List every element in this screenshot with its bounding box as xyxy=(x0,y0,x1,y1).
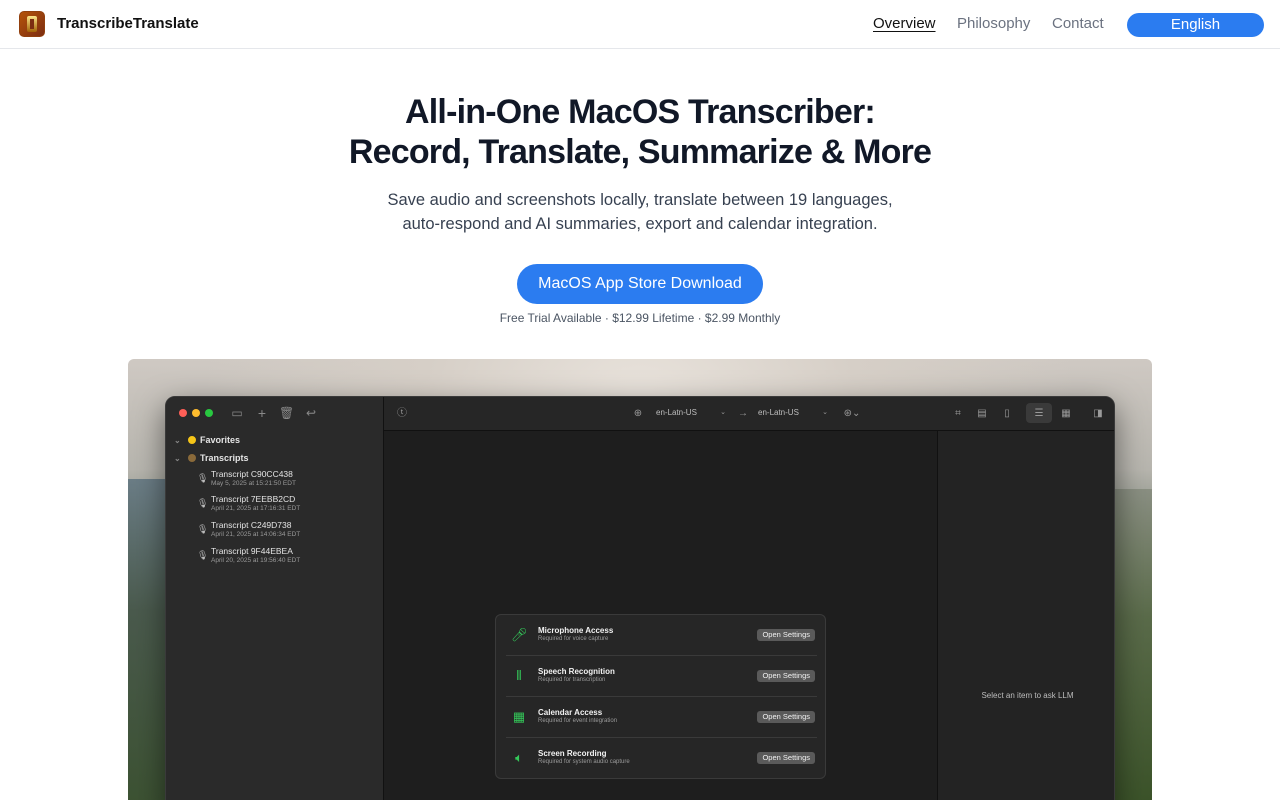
arrow-right-icon: → xyxy=(738,408,748,419)
app-window: ▭ + 🗑 ↩ ⌄ Favorites ⌄ Transcripts 🎙 Transc… xyxy=(165,396,1115,800)
hero-subtitle: Save audio and screenshots locally, tran… xyxy=(0,188,1280,236)
permission-row-calendar: ▦ Calendar Access Required for event int… xyxy=(506,697,817,738)
permission-title: Calendar Access xyxy=(538,708,603,717)
transcript-list-item[interactable]: 🎙 Transcript C249D738 April 21, 2025 at … xyxy=(197,520,377,544)
microphone-icon: 🎙 xyxy=(197,498,209,508)
hero-title-line: Record, Translate, Summarize & More xyxy=(348,133,932,171)
app-screenshot-showcase: ▭ + 🗑 ↩ ⌄ Favorites ⌄ Transcripts 🎙 Transc… xyxy=(128,359,1152,800)
source-language-value: en-Latn-US xyxy=(656,408,697,417)
transcript-date: April 20, 2025 at 19:56:40 EDT xyxy=(211,557,301,564)
sidebar-item-transcripts[interactable]: ⌄ Transcripts xyxy=(174,453,249,463)
sidebar-item-favorites[interactable]: ⌄ Favorites xyxy=(174,435,240,445)
sidebar: ▭ + 🗑 ↩ ⌄ Favorites ⌄ Transcripts 🎙 Transc… xyxy=(166,397,384,800)
target-language-value: en-Latn-US xyxy=(758,408,799,417)
app-logo-icon[interactable] xyxy=(19,11,45,37)
microphone-icon: 🎙 xyxy=(197,473,209,483)
permission-description: Required for transcription xyxy=(538,677,606,683)
transcript-list-item[interactable]: 🎙 Transcript 7EEBB2CD April 21, 2025 at … xyxy=(197,494,377,518)
minimize-window-button[interactable] xyxy=(192,409,200,417)
open-settings-button[interactable]: Open Settings xyxy=(757,711,815,723)
llm-panel-placeholder: Select an item to ask LLM xyxy=(981,691,1074,700)
chevron-down-icon: ⌄ xyxy=(720,409,726,416)
transcript-date: April 21, 2025 at 17:16:31 EDT xyxy=(211,505,301,512)
permission-row-screen: 🔈︎ Screen Recording Required for system … xyxy=(506,738,817,779)
folder-icon xyxy=(188,454,196,462)
nav-link-philosophy[interactable]: Philosophy xyxy=(957,15,1030,32)
permission-description: Required for event integration xyxy=(538,718,618,724)
transcript-list-item[interactable]: 🎙 Transcript C90CC438 May 5, 2025 at 15:… xyxy=(197,469,377,493)
permission-row-microphone: 🎤︎ Microphone Access Required for voice … xyxy=(506,615,817,656)
transcript-date: May 5, 2025 at 15:21:50 EDT xyxy=(211,480,296,487)
permissions-card: 🎤︎ Microphone Access Required for voice … xyxy=(495,614,826,779)
screenshot-icon[interactable]: ⌗ xyxy=(951,407,965,421)
permission-title: Screen Recording xyxy=(538,749,607,758)
transcript-list-item[interactable]: 🎙 Transcript 9F44EBEA April 20, 2025 at … xyxy=(197,546,377,570)
window-icon[interactable]: ▤ xyxy=(975,407,989,421)
sidebar-item-label: Favorites xyxy=(200,435,241,445)
transcript-date: April 21, 2025 at 14:06:34 EDT xyxy=(211,531,301,538)
nav-link-overview[interactable]: Overview xyxy=(873,15,936,32)
sidebar-item-label: Transcripts xyxy=(200,453,249,463)
source-language-select[interactable]: en-Latn-US ⌄ xyxy=(652,405,728,421)
right-panel-toggle-icon[interactable]: ◨ xyxy=(1091,407,1105,421)
nav-link-contact[interactable]: Contact xyxy=(1052,15,1104,32)
chevron-down-icon: ⌄ xyxy=(822,409,828,416)
calendar-icon: ▦ xyxy=(512,709,526,724)
app-store-download-button[interactable]: MacOS App Store Download xyxy=(517,264,763,304)
permission-title: Microphone Access xyxy=(538,626,614,635)
permission-description: Required for voice capture xyxy=(538,636,609,642)
permission-row-speech: ⦀ Speech Recognition Required for transc… xyxy=(506,656,817,697)
hero-subtitle-line: Save audio and screenshots locally, tran… xyxy=(387,191,893,209)
top-nav: TranscribeTranslate Overview Philosophy … xyxy=(0,0,1280,49)
microphone-icon: 🎤︎ xyxy=(511,627,528,642)
list-icon[interactable]: ☰ xyxy=(1032,407,1046,421)
globe-icon[interactable]: ⊛⌄ xyxy=(840,407,864,421)
star-icon xyxy=(188,436,196,444)
hero-title-line: All-in-One MacOS Transcriber: xyxy=(405,93,876,131)
microphone-icon: 🎙 xyxy=(197,524,209,534)
permission-title: Speech Recognition xyxy=(538,667,615,676)
calendar-view-icon[interactable]: ▦ xyxy=(1059,407,1073,421)
hero-title: All-in-One MacOS Transcriber: Record, Tr… xyxy=(0,92,1280,172)
trash-icon[interactable]: 🗑 xyxy=(279,406,294,420)
chevron-down-icon: ⌄ xyxy=(174,436,181,445)
document-icon[interactable]: ▯ xyxy=(1000,407,1014,421)
open-settings-button[interactable]: Open Settings xyxy=(757,629,815,641)
waveform-icon: ⦀ xyxy=(516,668,522,683)
add-icon[interactable]: + xyxy=(255,406,269,420)
open-settings-button[interactable]: Open Settings xyxy=(757,752,815,764)
permission-description: Required for system audio capture xyxy=(538,759,630,765)
open-settings-button[interactable]: Open Settings xyxy=(757,670,815,682)
hero-subtitle-line: auto-respond and AI summaries, export an… xyxy=(402,215,878,233)
download-icon[interactable]: ⊕ xyxy=(631,407,645,421)
chevron-down-icon: ⌄ xyxy=(174,454,181,463)
llm-panel: Select an item to ask LLM xyxy=(937,431,1114,800)
transcript-name: Transcript 7EEBB2CD xyxy=(211,494,296,504)
microphone-icon: 🎙 xyxy=(197,550,209,560)
transcript-name: Transcript C249D738 xyxy=(211,520,292,530)
brand-name[interactable]: TranscribeTranslate xyxy=(57,15,199,32)
main-content: 🎤︎ Microphone Access Required for voice … xyxy=(384,431,937,800)
main-toolbar: ⓣ ⊕ en-Latn-US ⌄ → en-Latn-US ⌄ ⊛⌄ ⌗ ▤ ▯ ☰… xyxy=(384,397,1114,431)
zoom-window-button[interactable] xyxy=(205,409,213,417)
speaker-icon: 🔈︎ xyxy=(515,750,523,765)
target-language-select[interactable]: en-Latn-US ⌄ xyxy=(754,405,830,421)
transcript-name: Transcript 9F44EBEA xyxy=(211,546,293,556)
pricing-text: Free Trial Available · $12.99 Lifetime ·… xyxy=(499,311,781,325)
close-window-button[interactable] xyxy=(179,409,187,417)
transcript-name: Transcript C90CC438 xyxy=(211,469,293,479)
info-icon[interactable]: ⓣ xyxy=(395,407,409,421)
language-button[interactable]: English xyxy=(1127,13,1264,37)
reply-icon[interactable]: ↩ xyxy=(304,406,318,420)
sidebar-toggle-icon[interactable]: ▭ xyxy=(230,406,244,420)
